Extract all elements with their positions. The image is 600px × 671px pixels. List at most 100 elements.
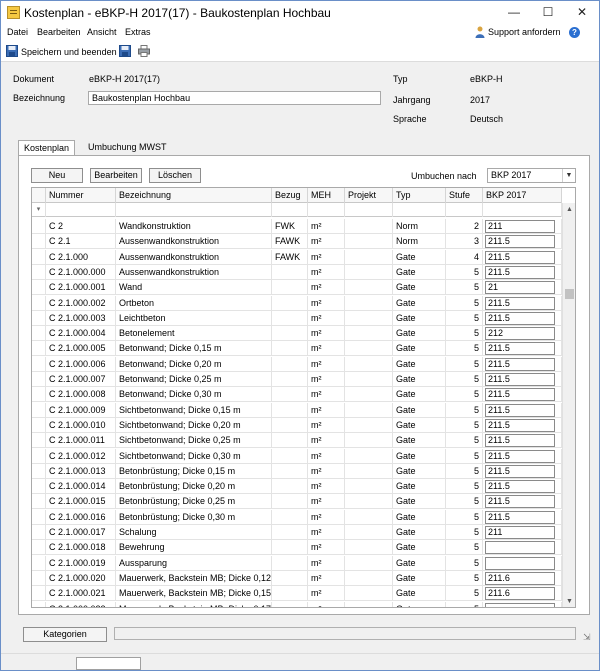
- table-row[interactable]: C 2.1.000.018 Bewehrung m² Gate 5: [32, 540, 562, 556]
- row-indicator[interactable]: [32, 494, 46, 510]
- table-row[interactable]: C 2.1.000.006 Betonwand; Dicke 0,20 m m² Ga…: [32, 356, 562, 372]
- loeschen-button[interactable]: Löschen: [149, 168, 201, 183]
- cell-bkp-2017[interactable]: 211.5: [483, 509, 562, 525]
- bkp-2017-input[interactable]: 211.5: [485, 464, 555, 478]
- table-row[interactable]: C 2.1.000.016 Betonbrüstung; Dicke 0,30 m…: [32, 509, 562, 525]
- column-header-bezeichnung[interactable]: Bezeichnung: [116, 188, 272, 203]
- bkp-2017-input[interactable]: 211: [485, 220, 555, 233]
- bkp-2017-input[interactable]: 211.5: [485, 311, 555, 325]
- cell-bkp-2017[interactable]: 211.5: [483, 433, 562, 449]
- table-row[interactable]: C 2.1.000.022Mauerwerk, Backstein MB; Di…: [32, 601, 562, 607]
- cell-bkp-2017[interactable]: 211.5: [483, 387, 562, 403]
- table-row[interactable]: C 2.1.000.009 Sichtbetonwand; Dicke 0,15 …: [32, 402, 562, 418]
- cell-bkp-2017[interactable]: 211.5: [483, 417, 562, 433]
- cell-bkp-2017[interactable]: 211: [483, 525, 562, 540]
- support-person-icon[interactable]: [475, 26, 485, 38]
- cell-bkp-2017[interactable]: [483, 555, 562, 571]
- filter-cell-projekt[interactable]: [345, 203, 393, 217]
- bearbeiten-button[interactable]: Bearbeiten: [90, 168, 142, 183]
- column-header-meh[interactable]: MEH: [308, 188, 345, 203]
- bkp-2017-input[interactable]: 211.5: [485, 373, 555, 386]
- cell-bkp-2017[interactable]: 211.5: [483, 372, 562, 387]
- filter-icon[interactable]: ▾: [32, 203, 46, 217]
- row-indicator[interactable]: [32, 417, 46, 433]
- table-row[interactable]: C 2.1.000.019 Aussparung m² Gate 5: [32, 555, 562, 571]
- cell-bkp-2017[interactable]: 211.5: [483, 448, 562, 464]
- table-row[interactable]: C 2.1.000.008 Betonwand; Dicke 0,30 m m² Ga…: [32, 387, 562, 403]
- umbuchen-select[interactable]: BKP 2017 ▼: [487, 168, 576, 183]
- row-indicator[interactable]: [32, 326, 46, 342]
- filter-cell-bezug[interactable]: [272, 203, 308, 217]
- table-row[interactable]: C 2.1.000 Aussenwandkonstruktion FAWK m² Gat…: [32, 249, 562, 265]
- bkp-2017-input[interactable]: [485, 541, 555, 555]
- scroll-up-icon[interactable]: ▲: [563, 203, 575, 216]
- menu-datei[interactable]: Datei: [7, 27, 28, 37]
- row-indicator[interactable]: [32, 448, 46, 464]
- tab-umbuchung-mwst[interactable]: Umbuchung MWST: [83, 140, 172, 155]
- row-indicator[interactable]: [32, 356, 46, 372]
- row-indicator[interactable]: [32, 601, 46, 607]
- maximize-button[interactable]: ☐: [531, 1, 565, 24]
- save-close-icon[interactable]: [6, 45, 18, 57]
- cell-bkp-2017[interactable]: 211.5: [483, 356, 562, 372]
- filter-cell-stufe[interactable]: [446, 203, 483, 217]
- table-row[interactable]: C 2.1.000.003 Leichtbeton m² Gate 5 211.5: [32, 310, 562, 326]
- cell-bkp-2017[interactable]: 211.5: [483, 264, 562, 280]
- cell-bkp-2017[interactable]: 211: [483, 219, 562, 234]
- table-row[interactable]: C 2 Wandkonstruktion FWK m² Norm 2 211: [32, 219, 562, 234]
- cell-bkp-2017[interactable]: 211.5: [483, 479, 562, 495]
- row-indicator[interactable]: [32, 463, 46, 479]
- table-row[interactable]: C 2.1.000.002 Ortbeton m² Gate 5 211.5: [32, 295, 562, 311]
- row-indicator[interactable]: [32, 402, 46, 418]
- bkp-2017-input[interactable]: 211.6: [485, 571, 555, 585]
- save-and-close-button[interactable]: Speichern und beenden: [21, 47, 117, 57]
- cell-bkp-2017[interactable]: 212: [483, 326, 562, 342]
- cell-bkp-2017[interactable]: [483, 601, 562, 607]
- table-row[interactable]: C 2.1.000.000 Aussenwandkonstruktion m² Gat…: [32, 264, 562, 280]
- table-row[interactable]: C 2.1.000.021 Mauerwerk, Backstein MB; Di…: [32, 586, 562, 602]
- cell-bkp-2017[interactable]: 21: [483, 280, 562, 296]
- cell-bkp-2017[interactable]: 211.6: [483, 570, 562, 586]
- table-row[interactable]: C 2.1.000.005 Betonwand; Dicke 0,15 m m² Ga…: [32, 341, 562, 357]
- bkp-2017-input[interactable]: 211.5: [485, 480, 555, 494]
- bkp-2017-input[interactable]: 211.5: [485, 265, 555, 279]
- support-link[interactable]: Support anfordern: [488, 27, 561, 37]
- scroll-down-icon[interactable]: ▼: [563, 595, 575, 607]
- cell-bkp-2017[interactable]: 211.5: [483, 310, 562, 326]
- close-button[interactable]: ✕: [565, 1, 599, 24]
- bkp-2017-input[interactable]: 211.5: [485, 250, 555, 264]
- table-row[interactable]: C 2.1.000.001 Wand m² Gate 5 21: [32, 280, 562, 296]
- bkp-2017-input[interactable]: 211.5: [485, 449, 555, 463]
- row-indicator[interactable]: [32, 479, 46, 495]
- row-indicator[interactable]: [32, 219, 46, 234]
- filter-cell-bezeichnung[interactable]: [116, 203, 272, 217]
- filter-cell-bkp-2017[interactable]: [483, 203, 562, 217]
- cell-bkp-2017[interactable]: 211.5: [483, 494, 562, 510]
- table-row[interactable]: C 2.1.000.017 Schalung m² Gate 5 211: [32, 525, 562, 540]
- cell-bkp-2017[interactable]: 211.5: [483, 295, 562, 311]
- bkp-2017-input[interactable]: 211.5: [485, 342, 555, 356]
- bkp-2017-input[interactable]: 211.6: [485, 587, 555, 601]
- bkp-2017-input[interactable]: 212: [485, 327, 555, 341]
- row-indicator[interactable]: [32, 570, 46, 586]
- row-indicator[interactable]: [32, 341, 46, 357]
- cell-bkp-2017[interactable]: 211.5: [483, 463, 562, 479]
- row-indicator[interactable]: [32, 310, 46, 326]
- row-indicator[interactable]: [32, 249, 46, 265]
- scroll-thumb[interactable]: [565, 289, 574, 299]
- column-header-projekt[interactable]: Projekt: [345, 188, 393, 203]
- bkp-2017-input[interactable]: 211.5: [485, 510, 555, 524]
- row-indicator[interactable]: [32, 280, 46, 296]
- table-row[interactable]: C 2.1.000.013 Betonbrüstung; Dicke 0,15 m…: [32, 463, 562, 479]
- table-row[interactable]: C 2.1.000.010 Sichtbetonwand; Dicke 0,20 …: [32, 417, 562, 433]
- table-row[interactable]: C 2.1.000.007 Betonwand; Dicke 0,25 m m² Ga…: [32, 372, 562, 387]
- column-header-stufe[interactable]: Stufe: [446, 188, 483, 203]
- bkp-2017-input[interactable]: 211.5: [485, 235, 555, 249]
- filter-cell-typ[interactable]: [393, 203, 446, 217]
- column-header-typ[interactable]: Typ: [393, 188, 446, 203]
- resize-grip-icon[interactable]: ⇲: [583, 632, 591, 643]
- bkp-2017-input[interactable]: 21: [485, 281, 555, 295]
- row-indicator[interactable]: [32, 387, 46, 403]
- print-icon[interactable]: [138, 45, 150, 57]
- bkp-2017-input[interactable]: 211: [485, 526, 555, 539]
